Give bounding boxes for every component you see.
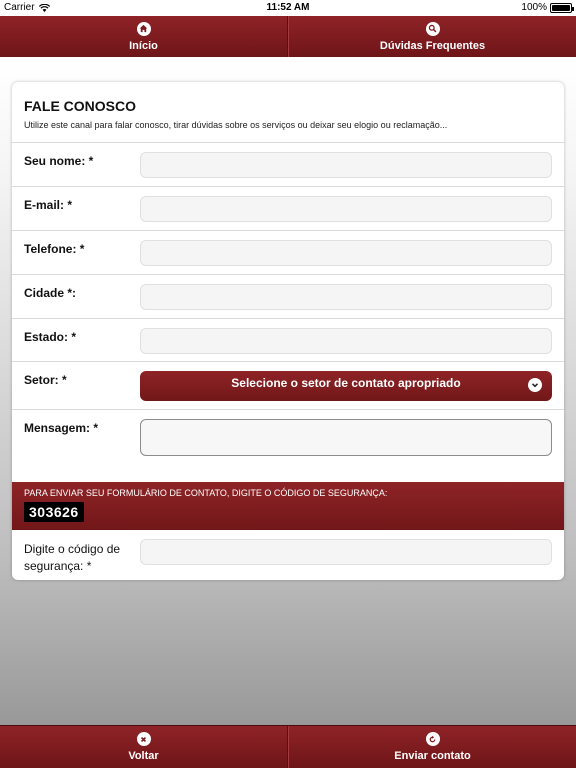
send-contact-button-label: Enviar contato — [394, 750, 471, 762]
sector-row: Setor: * Selecione o setor de contato ap… — [12, 362, 564, 410]
security-instruction: PARA ENVIAR SEU FORMULÁRIO DE CONTATO, D… — [24, 488, 388, 498]
phone-input[interactable] — [140, 240, 552, 266]
security-code-row: Digite o código de segurança: * — [12, 530, 564, 580]
phone-row: Telefone: * — [12, 231, 564, 275]
security-code-label: Digite o código de segurança: * — [24, 542, 121, 573]
close-icon — [136, 732, 151, 746]
send-contact-button[interactable]: Enviar contato — [288, 726, 576, 768]
status-right: 100% — [521, 2, 574, 13]
battery-fill — [552, 4, 570, 11]
security-banner: PARA ENVIAR SEU FORMULÁRIO DE CONTATO, D… — [12, 482, 564, 530]
contact-form-card: FALE CONOSCO Utilize este canal para fal… — [12, 82, 564, 580]
battery-icon — [550, 2, 574, 13]
name-label: Seu nome: * — [24, 154, 94, 168]
message-row: Mensagem: * — [12, 410, 564, 482]
city-label: Cidade *: — [24, 286, 77, 300]
name-input[interactable] — [140, 152, 552, 178]
bottom-nav-bar: Voltar Enviar contato — [0, 725, 576, 768]
email-label: E-mail: * — [24, 198, 73, 212]
home-icon — [136, 21, 151, 36]
form-header: FALE CONOSCO Utilize este canal para fal… — [12, 82, 564, 143]
email-input[interactable] — [140, 196, 552, 222]
faq-button-label: Dúvidas Frequentes — [379, 39, 486, 52]
security-code-input[interactable] — [140, 539, 552, 565]
chevron-down-icon — [528, 378, 542, 392]
home-button-label: Início — [129, 39, 158, 52]
sector-select[interactable]: Selecione o setor de contato apropriado — [140, 371, 552, 401]
status-bar: Carrier 11:52 AM 100% — [0, 0, 576, 16]
city-input[interactable] — [140, 284, 552, 310]
form-subtitle: Utilize este canal para falar conosco, t… — [24, 120, 448, 130]
back-button[interactable]: Voltar — [0, 726, 288, 768]
status-time: 11:52 AM — [266, 2, 310, 13]
search-icon — [425, 21, 440, 36]
phone-label: Telefone: * — [24, 242, 85, 256]
message-label: Mensagem: * — [24, 421, 99, 435]
back-button-label: Voltar — [128, 750, 159, 762]
page-title: FALE CONOSCO — [24, 98, 137, 114]
state-label: Estado: * — [24, 330, 77, 344]
state-row: Estado: * — [12, 319, 564, 362]
city-row: Cidade *: — [12, 275, 564, 319]
top-nav-bar: Início Dúvidas Frequentes — [0, 16, 576, 57]
home-button[interactable]: Início — [0, 16, 288, 57]
state-input[interactable] — [140, 328, 552, 354]
faq-button[interactable]: Dúvidas Frequentes — [288, 16, 576, 57]
battery-percent: 100% — [521, 2, 547, 13]
name-row: Seu nome: * — [12, 143, 564, 187]
sector-select-value: Selecione o setor de contato apropriado — [231, 376, 461, 390]
email-row: E-mail: * — [12, 187, 564, 231]
sector-label: Setor: * — [24, 373, 67, 387]
security-code: 303626 — [24, 502, 84, 522]
refresh-icon — [425, 732, 440, 746]
message-textarea[interactable] — [140, 419, 552, 456]
